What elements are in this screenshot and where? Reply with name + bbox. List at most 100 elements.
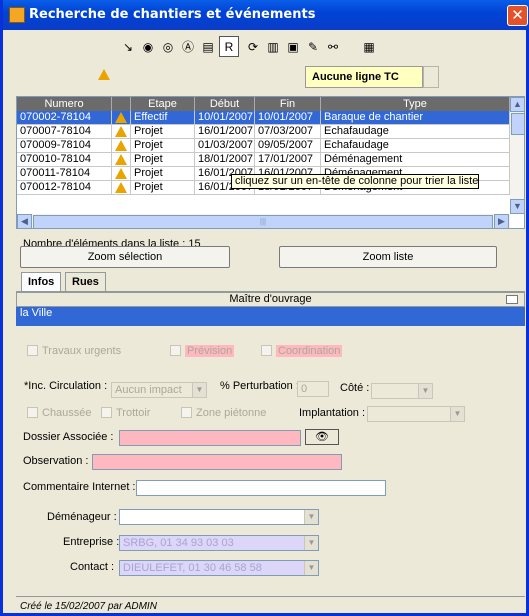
tab-infos[interactable]: Infos [21,272,62,292]
inc-circulation-label: *Inc. Circulation : [24,380,108,392]
checkbox-label: Zone piétonne [196,407,267,419]
entreprise-select[interactable]: SRBG, 01 34 93 03 03 ▼ [119,535,319,551]
new-event-icon[interactable]: ↘ [118,36,138,57]
horizontal-scrollbar[interactable]: ◀ ||| ▶ [17,214,510,228]
scroll-up-button[interactable]: ▲ [510,97,524,112]
inc-circulation-value: Aucun impact [115,384,182,396]
chevron-down-icon[interactable]: ▼ [450,407,464,421]
binoculars-icon[interactable]: ⚯ [323,36,343,57]
table-cell: Projet [131,153,195,167]
contact-select[interactable]: DIEULEFET, 01 30 46 58 58 ▼ [119,560,319,576]
globe-icon[interactable]: ◉ [138,36,158,57]
table-cell: 070009-78104 [17,139,112,153]
column-header[interactable]: Etape [131,97,195,111]
warning-icon [112,111,131,125]
export-red-icon[interactable]: ▣ [283,36,303,57]
table-cell: Echafaudage [321,139,510,153]
table-cell: 09/05/2007 [255,139,321,153]
demenageur-select[interactable]: ▼ [119,509,319,525]
table-row[interactable]: 070010-78104 Projet 18/01/2007 17/01/2007 Dé… [17,153,510,167]
table-cell: Baraque de chantier [321,111,510,125]
maitre-ouvrage-row[interactable]: la Ville [16,307,525,321]
inc-circulation-select[interactable]: Aucun impact ▼ [111,382,207,398]
zoom-list-button[interactable]: Zoom liste [279,246,497,268]
checkbox-box[interactable] [170,345,181,356]
checkbox-box[interactable] [27,407,38,418]
table-cell: Echafaudage [321,125,510,139]
table-cell: Déménagement [321,153,510,167]
zone-pietonne-checkbox[interactable]: Zone piétonne [181,407,266,419]
sort-tooltip: cliquez sur un en-tête de colonne pour t… [231,174,479,189]
close-button[interactable]: ✕ [507,5,528,26]
chevron-down-icon[interactable]: ▼ [192,383,206,397]
coordination-checkbox[interactable]: Coordination [261,345,343,357]
warning-triangle-icon [115,126,127,137]
scroll-left-button[interactable]: ◀ [17,214,32,228]
warning-triangle-icon [115,112,127,123]
column-header[interactable]: Fin [255,97,321,111]
table-row[interactable]: 070009-78104 Projet 01/03/2007 09/05/2007 Ec… [17,139,510,153]
implantation-select[interactable]: ▼ [367,406,465,422]
perturbation-input[interactable]: 0 [297,381,329,397]
trottoir-checkbox[interactable]: Trottoir [101,407,150,419]
cote-select[interactable]: ▼ [371,383,433,399]
warning-icon [112,181,131,195]
table-row[interactable]: 070007-78104 Projet 16/01/2007 07/03/2007 Ec… [17,125,510,139]
maitre-ouvrage-header[interactable]: Maître d'ouvrage [16,292,525,307]
scroll-down-button[interactable]: ▼ [510,199,524,214]
title-bar: Recherche de chantiers et événements ✕ [3,0,529,30]
column-icon [506,295,518,304]
warning-icon [112,153,131,167]
column-header[interactable]: Numero [17,97,112,111]
report-r-icon[interactable]: R [219,36,239,57]
checkbox-box[interactable] [27,345,38,356]
warning-icon[interactable] [98,68,116,84]
checkbox-box[interactable] [101,407,112,418]
prevision-checkbox[interactable]: Prévision [170,345,235,357]
checkbox-label: Trottoir [116,407,151,419]
vertical-scroll-thumb[interactable] [511,113,524,135]
dossier-label: Dossier Associée : [23,431,114,443]
table-cell: Projet [131,125,195,139]
chevron-down-icon[interactable]: ▼ [304,510,318,524]
document-icon[interactable]: ▤ [198,36,218,57]
printer-icon[interactable]: ▥ [263,36,283,57]
column-header[interactable]: Type [321,97,510,111]
vertical-scrollbar[interactable]: ▲ ▼ [510,97,524,214]
table-cell: 070010-78104 [17,153,112,167]
table-cell: 070007-78104 [17,125,112,139]
dossier-input[interactable] [119,430,301,446]
scroll-right-button[interactable]: ▶ [494,214,509,228]
warning-triangle-icon [115,182,127,193]
map-grid-icon[interactable]: ▦ [359,36,379,57]
edit-pencil-icon[interactable]: ✎ [303,36,323,57]
table-cell: Effectif [131,111,195,125]
column-header[interactable]: Début [195,97,255,111]
target-icon[interactable]: ◎ [158,36,178,57]
commentaire-input[interactable] [136,480,386,496]
table-row[interactable]: 070002-78104 Effectif 10/01/2007 10/01/2007… [17,111,510,125]
warning-triangle-icon [115,168,127,179]
zoom-selection-button[interactable]: Zoom sélection [20,246,230,268]
chevron-down-icon[interactable]: ▼ [304,561,318,575]
column-header[interactable] [112,97,131,111]
table-cell: 07/03/2007 [255,125,321,139]
main-window: Recherche de chantiers et événements ✕ ↘… [0,0,529,616]
chevron-down-icon[interactable]: ▼ [418,384,432,398]
refresh-icon[interactable]: ⟳ [243,36,263,57]
created-by-footer: Créé le 15/02/2007 par ADMIN [20,601,157,612]
horizontal-scroll-thumb[interactable]: ||| [33,215,493,228]
travaux-urgents-checkbox[interactable]: Travaux urgents [27,345,121,357]
table-cell: Projet [131,139,195,153]
checkbox-label: Chaussée [42,407,92,419]
view-eye-button[interactable]: 👁 [305,429,339,445]
observation-input[interactable] [92,454,342,470]
chaussee-checkbox[interactable]: Chaussée [27,407,92,419]
maitre-ouvrage-list [16,321,525,326]
chevron-down-icon[interactable]: ▼ [304,536,318,550]
checkbox-box[interactable] [181,407,192,418]
tc-scrollbar[interactable] [423,66,439,88]
tab-rues[interactable]: Rues [65,272,106,292]
checkbox-box[interactable] [261,345,272,356]
stamp-icon[interactable]: Ⓐ [178,36,198,57]
